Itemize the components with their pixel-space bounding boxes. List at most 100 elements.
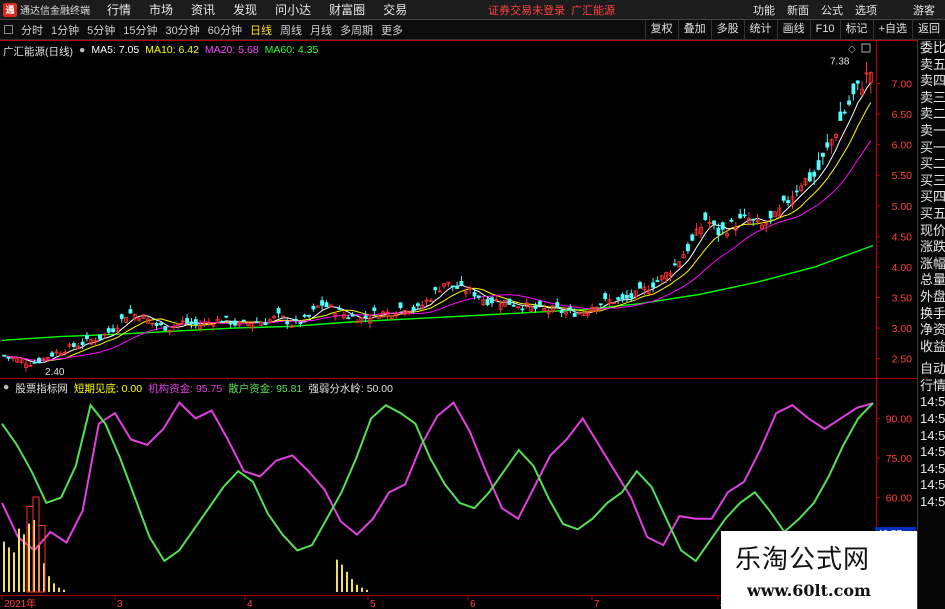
candle-body-141 — [616, 297, 621, 300]
side-panel-item-24[interactable]: 14:50 — [918, 428, 945, 445]
price-tick-label-8: 3.00 — [892, 323, 913, 335]
side-panel-item-22[interactable]: 14:50 — [918, 394, 945, 411]
candle-body-99 — [433, 287, 438, 291]
price-tick-label-3: 5.50 — [892, 170, 913, 182]
side-panel-item-3[interactable]: 卖三 — [918, 90, 945, 107]
candlestick-183 — [799, 182, 804, 193]
candlestick-170 — [742, 208, 747, 219]
candlestick-142 — [620, 292, 625, 303]
candlestick-28 — [124, 317, 129, 323]
candle-body-130 — [568, 307, 573, 311]
candlestick-149 — [651, 278, 655, 293]
candlestick-29 — [128, 305, 133, 314]
kline-chart[interactable]: ◇ 7.38 2.40 7.00 6.50 6.00 5.50 5.00 4.50 4.00 3… — [0, 0, 917, 609]
candlestick-155 — [677, 260, 682, 268]
candle-body-112 — [490, 297, 494, 304]
candlestick-20 — [89, 338, 94, 346]
indicator-toggle-icon[interactable]: ● — [3, 381, 9, 396]
candlestick-161 — [703, 211, 708, 222]
watermark: 乐淘公式网 www.60lt.com — [721, 531, 917, 609]
candle-body-37 — [163, 326, 168, 331]
candle-body-142 — [620, 294, 625, 300]
candle-body-182 — [794, 190, 799, 193]
candlestick-19 — [84, 331, 89, 342]
side-panel-item-23[interactable]: 14:50 — [918, 411, 945, 428]
candle-body-188 — [820, 152, 825, 157]
candlestick-1 — [6, 356, 11, 361]
side-panel-item-18[interactable]: 收益 — [918, 339, 945, 356]
ma5-value: MA5: 7.05 — [91, 44, 140, 56]
side-panel-item-21[interactable]: 行情 — [918, 378, 945, 395]
candlestick-179 — [781, 195, 786, 203]
candlestick-63 — [276, 306, 281, 319]
side-panel-item-5[interactable]: 卖一 — [918, 123, 945, 140]
candlestick-199 — [868, 71, 873, 94]
candlestick-186 — [812, 169, 817, 186]
side-panel-item-20[interactable]: 自动 — [918, 361, 945, 378]
side-panel-item-26[interactable]: 14:50 — [918, 461, 945, 478]
candlestick-144 — [629, 289, 634, 302]
side-panel-item-9[interactable]: 买四 — [918, 189, 945, 206]
indicator-name: 股票指标网 — [15, 383, 68, 395]
price-annotation-0: 7.38 — [830, 56, 850, 67]
candlestick-115 — [503, 300, 507, 308]
candlestick-2 — [10, 356, 15, 362]
side-panel-item-15[interactable]: 外盘 — [918, 289, 945, 306]
candle-body-51 — [224, 315, 229, 318]
candlestick-101 — [442, 283, 446, 289]
side-panel-item-1[interactable]: 卖五 — [918, 57, 945, 74]
candle-body-22 — [98, 334, 102, 340]
candlestick-169 — [738, 208, 743, 219]
candlestick-53 — [233, 318, 237, 328]
side-panel-item-27[interactable]: 14:50 — [918, 477, 945, 494]
candlestick-69 — [302, 313, 307, 319]
candlestick-37 — [163, 326, 168, 331]
ma60-value: MA60: 4.35 — [264, 44, 319, 56]
candle-body-195 — [851, 83, 856, 95]
candle-body-172 — [751, 218, 756, 221]
side-panel-item-0[interactable]: 委比 — [918, 40, 945, 57]
side-panel-item-6[interactable]: 买一 — [918, 140, 945, 157]
side-panel-item-28[interactable]: 14:50 — [918, 494, 945, 511]
price-tick-label-9: 2.50 — [892, 354, 913, 366]
indicator-tick-label-0: 90.00 — [886, 413, 912, 425]
candle-body-63 — [276, 308, 281, 314]
side-panel-item-4[interactable]: 卖二 — [918, 106, 945, 123]
candle-body-27 — [119, 314, 124, 319]
candlestick-189 — [825, 133, 830, 151]
side-panel-item-11[interactable]: 现价 — [918, 223, 945, 240]
candle-body-52 — [228, 322, 233, 325]
candlestick-59 — [259, 320, 264, 326]
candle-body-131 — [572, 312, 577, 317]
candlestick-60 — [263, 318, 268, 326]
candlestick-97 — [424, 297, 429, 306]
side-panel-item-7[interactable]: 买二 — [918, 156, 945, 173]
price-tick-label-0: 7.00 — [892, 79, 913, 91]
side-panel-item-16[interactable]: 换手 — [918, 306, 945, 323]
candlestick-62 — [272, 315, 277, 320]
candlestick-146 — [638, 281, 642, 289]
candle-body-189 — [825, 142, 830, 148]
side-panel-item-17[interactable]: 净资 — [918, 322, 945, 339]
main-chart-legend: 广汇能源(日线) ● MA5: 7.05 MA10: 6.42 MA20: 5.… — [3, 44, 318, 59]
candle-body-105 — [459, 280, 464, 286]
candlestick-192 — [838, 101, 843, 121]
side-panel-item-13[interactable]: 涨幅 — [918, 256, 945, 273]
side-panel-item-14[interactable]: 总量 — [918, 272, 945, 289]
candlestick-158 — [690, 233, 695, 242]
candlestick-8 — [37, 356, 41, 364]
indicator-legend: ● 股票指标网 短期见底: 0.00 机构资金: 95.75 散户资金: 95.… — [3, 381, 393, 396]
side-panel-item-25[interactable]: 14:50 — [918, 444, 945, 461]
side-panel-item-12[interactable]: 涨跌 — [918, 239, 945, 256]
candlestick-74 — [324, 300, 329, 308]
candle-body-60 — [263, 322, 268, 326]
side-panel-item-10[interactable]: 买五 — [918, 206, 945, 223]
candlestick-80 — [350, 311, 355, 317]
candle-body-185 — [807, 172, 812, 182]
side-panel-item-2[interactable]: 卖四 — [918, 73, 945, 90]
candlestick-46 — [202, 318, 207, 328]
legend-toggle-icon[interactable]: ● — [79, 44, 85, 59]
side-panel-item-8[interactable]: 买三 — [918, 173, 945, 190]
candle-body-196 — [855, 80, 860, 84]
candlestick-27 — [119, 313, 124, 323]
